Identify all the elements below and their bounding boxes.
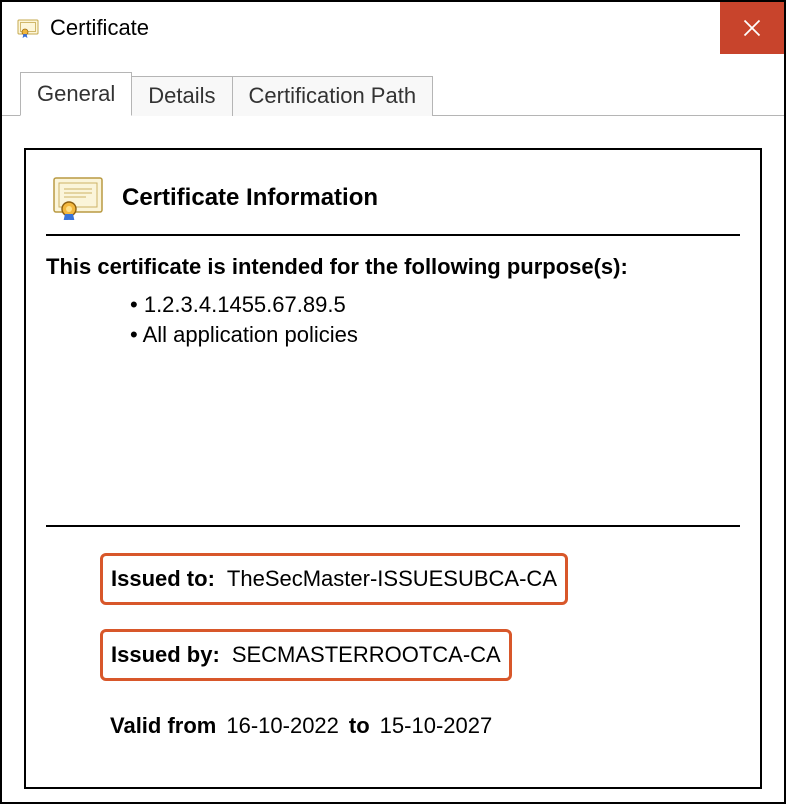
issued-by-value: SECMASTERROOTCA-CA [232,642,501,668]
issued-to-label: Issued to: [111,566,215,592]
valid-to-label: to [349,713,370,739]
tab-strip: General Details Certification Path [2,54,784,116]
tab-content: Certificate Information This certificate… [2,116,784,789]
divider [46,525,740,527]
certificate-icon [16,16,40,40]
issued-to-value: TheSecMaster-ISSUESUBCA-CA [227,566,557,592]
cert-purpose-item: All application policies [130,320,740,350]
spacer [46,349,740,509]
tab-certification-path[interactable]: Certification Path [233,76,434,116]
tab-general[interactable]: General [20,72,132,116]
valid-to-value: 15-10-2027 [380,713,493,739]
valid-from-label: Valid from [110,713,216,739]
validity-row: Valid from 16-10-2022 to 15-10-2027 [102,705,740,747]
cert-info-title: Certificate Information [122,184,378,212]
window-title: Certificate [50,15,149,41]
issued-by-row: Issued by: SECMASTERROOTCA-CA [100,629,512,681]
cert-purpose-list: 1.2.3.4.1455.67.89.5 All application pol… [46,286,740,349]
valid-from-value: 16-10-2022 [226,713,339,739]
certificate-info-panel: Certificate Information This certificate… [24,148,762,789]
issued-to-row: Issued to: TheSecMaster-ISSUESUBCA-CA [100,553,568,605]
cert-purpose-item: 1.2.3.4.1455.67.89.5 [130,290,740,320]
close-button[interactable] [720,2,784,54]
close-icon [742,18,762,38]
title-bar: Certificate [2,2,784,54]
cert-purpose-heading: This certificate is intended for the fol… [46,250,740,286]
issued-by-label: Issued by: [111,642,220,668]
title-bar-left: Certificate [16,15,149,41]
tab-details[interactable]: Details [132,76,232,116]
certificate-large-icon [52,176,104,220]
cert-info-header: Certificate Information [46,168,740,234]
divider [46,234,740,236]
